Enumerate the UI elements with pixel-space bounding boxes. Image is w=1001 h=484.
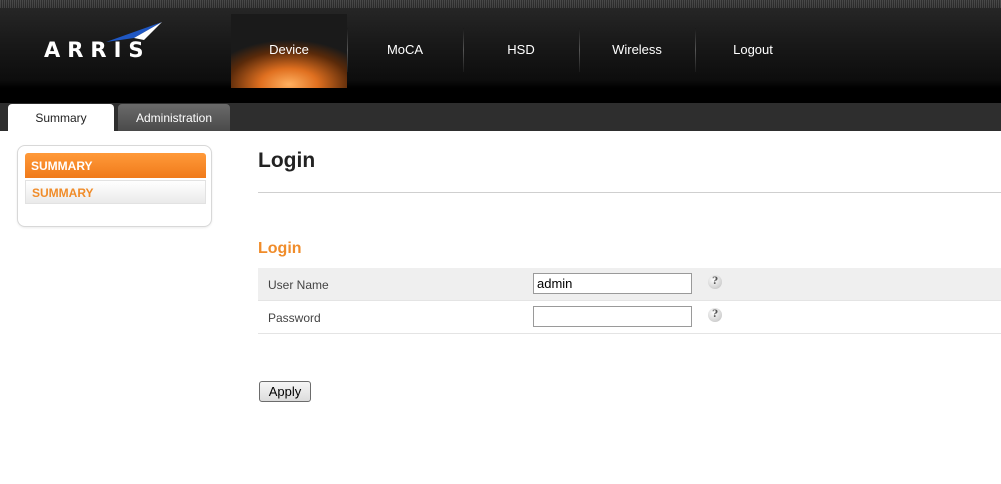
header-divider: [0, 88, 1001, 103]
password-field[interactable]: [533, 306, 692, 327]
top-header: ARRIS Device MoCA HSD Wireless Logout: [0, 0, 1001, 88]
tab-summary[interactable]: Summary: [8, 104, 114, 131]
page-title: Login: [258, 149, 316, 172]
nav-moca[interactable]: MoCA: [347, 14, 463, 88]
sidebar-item-summary[interactable]: SUMMARY: [25, 180, 206, 204]
sub-tab-bar: Summary Administration: [0, 103, 1001, 131]
nav-logout-label: Logout: [733, 41, 773, 57]
password-label: Password: [268, 311, 321, 325]
sidebar: SUMMARY SUMMARY: [17, 145, 212, 227]
apply-button[interactable]: Apply: [259, 381, 311, 402]
help-icon[interactable]: ?: [708, 275, 722, 289]
sidebar-heading: SUMMARY: [25, 153, 206, 178]
nav-wireless[interactable]: Wireless: [579, 14, 695, 88]
username-label: User Name: [268, 278, 329, 292]
password-row: Password ?: [258, 301, 1001, 334]
main-nav: Device MoCA HSD Wireless Logout: [231, 14, 811, 88]
nav-moca-label: MoCA: [386, 41, 424, 57]
help-icon[interactable]: ?: [708, 308, 722, 322]
nav-wireless-label: Wireless: [612, 41, 662, 57]
title-divider: [258, 192, 1001, 193]
nav-logout[interactable]: Logout: [695, 14, 811, 88]
nav-device-label: Device: [269, 41, 309, 57]
tab-administration[interactable]: Administration: [118, 104, 230, 131]
arris-logo: ARRIS: [44, 38, 151, 62]
nav-hsd-label: HSD: [507, 41, 535, 57]
section-title: Login: [258, 240, 302, 257]
nav-hsd[interactable]: HSD: [463, 14, 579, 88]
username-field[interactable]: [533, 273, 692, 294]
username-row: User Name ?: [258, 268, 1001, 301]
nav-device[interactable]: Device: [231, 14, 347, 88]
